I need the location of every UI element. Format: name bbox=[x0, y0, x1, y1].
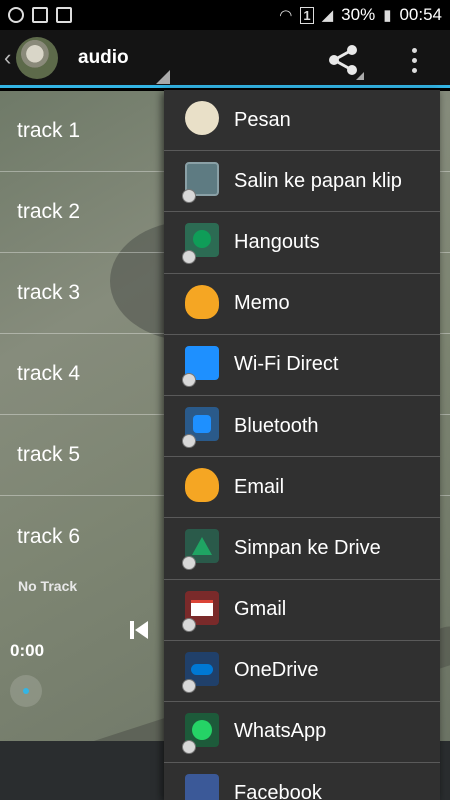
share-option-wifi-direct[interactable]: Wi-Fi Direct bbox=[164, 335, 440, 396]
page-title[interactable]: audio bbox=[78, 47, 129, 69]
share-option-pesan[interactable]: Pesan bbox=[164, 90, 440, 152]
track-label: track 5 bbox=[17, 443, 81, 466]
clipboard-icon bbox=[182, 161, 224, 204]
signal-icon: ◢ bbox=[321, 7, 334, 24]
wifi-direct-icon bbox=[182, 345, 224, 387]
whatsapp-icon bbox=[8, 7, 24, 23]
share-option-clipboard[interactable]: Salin ke papan klip bbox=[164, 151, 440, 213]
back-chevron-icon[interactable]: ‹ bbox=[4, 45, 14, 71]
bluetooth-icon bbox=[182, 406, 224, 449]
wifi-icon: ◠ bbox=[279, 7, 293, 24]
onedrive-icon bbox=[182, 651, 224, 693]
clock: 00:54 bbox=[399, 5, 442, 24]
elapsed-time: 0:00 bbox=[10, 641, 45, 660]
share-option-label: Memo bbox=[234, 292, 290, 315]
whatsapp-icon bbox=[182, 712, 224, 754]
app-avatar[interactable] bbox=[16, 36, 58, 79]
share-option-label: Salin ke papan klip bbox=[234, 169, 402, 192]
share-option-hangouts[interactable]: Hangouts bbox=[164, 212, 440, 274]
share-option-gmail[interactable]: Gmail bbox=[164, 580, 440, 641]
action-bar: ‹ audio bbox=[0, 30, 450, 88]
share-option-label: Hangouts bbox=[234, 230, 320, 253]
status-right: ◠ 1 ◢ 30% ▮ 00:54 bbox=[279, 5, 442, 25]
share-button[interactable] bbox=[322, 38, 366, 82]
hangouts-icon bbox=[182, 222, 224, 265]
track-label: track 4 bbox=[17, 362, 81, 385]
status-left-icons bbox=[8, 7, 72, 23]
share-option-label: OneDrive bbox=[234, 659, 319, 682]
sim-icon: 1 bbox=[300, 6, 314, 24]
share-option-memo[interactable]: Memo bbox=[164, 274, 440, 335]
messages-icon bbox=[184, 100, 224, 140]
share-option-label: Wi-Fi Direct bbox=[234, 353, 339, 376]
share-menu: Pesan Salin ke papan klip Hangouts Memo … bbox=[164, 90, 440, 800]
share-option-label: WhatsApp bbox=[234, 720, 327, 743]
overflow-menu-icon[interactable] bbox=[396, 38, 432, 82]
gmail-icon bbox=[182, 590, 224, 632]
google-drive-icon bbox=[182, 528, 224, 571]
battery-icon: ▮ bbox=[383, 7, 392, 24]
battery-percent: 30% bbox=[341, 5, 376, 24]
share-option-email[interactable]: Email bbox=[164, 457, 440, 519]
track-label: track 2 bbox=[17, 200, 81, 223]
share-option-drive[interactable]: Simpan ke Drive bbox=[164, 518, 440, 580]
share-option-label: Facebook bbox=[234, 781, 322, 800]
share-option-whatsapp[interactable]: WhatsApp bbox=[164, 702, 440, 764]
track-label: track 6 bbox=[17, 524, 81, 548]
share-option-label: Gmail bbox=[234, 598, 287, 621]
track-label: track 1 bbox=[17, 119, 81, 142]
share-option-label: Email bbox=[234, 475, 285, 498]
share-option-label: Bluetooth bbox=[234, 414, 319, 437]
share-option-label: Pesan bbox=[234, 108, 291, 131]
share-dropdown-indicator-icon bbox=[356, 72, 364, 80]
share-option-label: Simpan ke Drive bbox=[234, 536, 381, 559]
seek-slider[interactable] bbox=[10, 675, 42, 707]
share-option-bluetooth[interactable]: Bluetooth bbox=[164, 396, 440, 458]
title-dropdown-indicator-icon bbox=[156, 70, 170, 84]
track-label: track 3 bbox=[17, 281, 81, 304]
previous-track-icon[interactable] bbox=[128, 619, 150, 641]
email-icon bbox=[184, 467, 224, 507]
memo-icon bbox=[184, 284, 224, 324]
facebook-icon bbox=[184, 773, 224, 800]
sim-lock-icon bbox=[56, 7, 72, 23]
gallery-icon bbox=[32, 7, 48, 23]
share-option-onedrive[interactable]: OneDrive bbox=[164, 641, 440, 702]
status-bar: ◠ 1 ◢ 30% ▮ 00:54 bbox=[0, 0, 450, 30]
now-playing-label: No Track bbox=[18, 578, 78, 594]
share-option-facebook[interactable]: Facebook bbox=[164, 763, 440, 800]
